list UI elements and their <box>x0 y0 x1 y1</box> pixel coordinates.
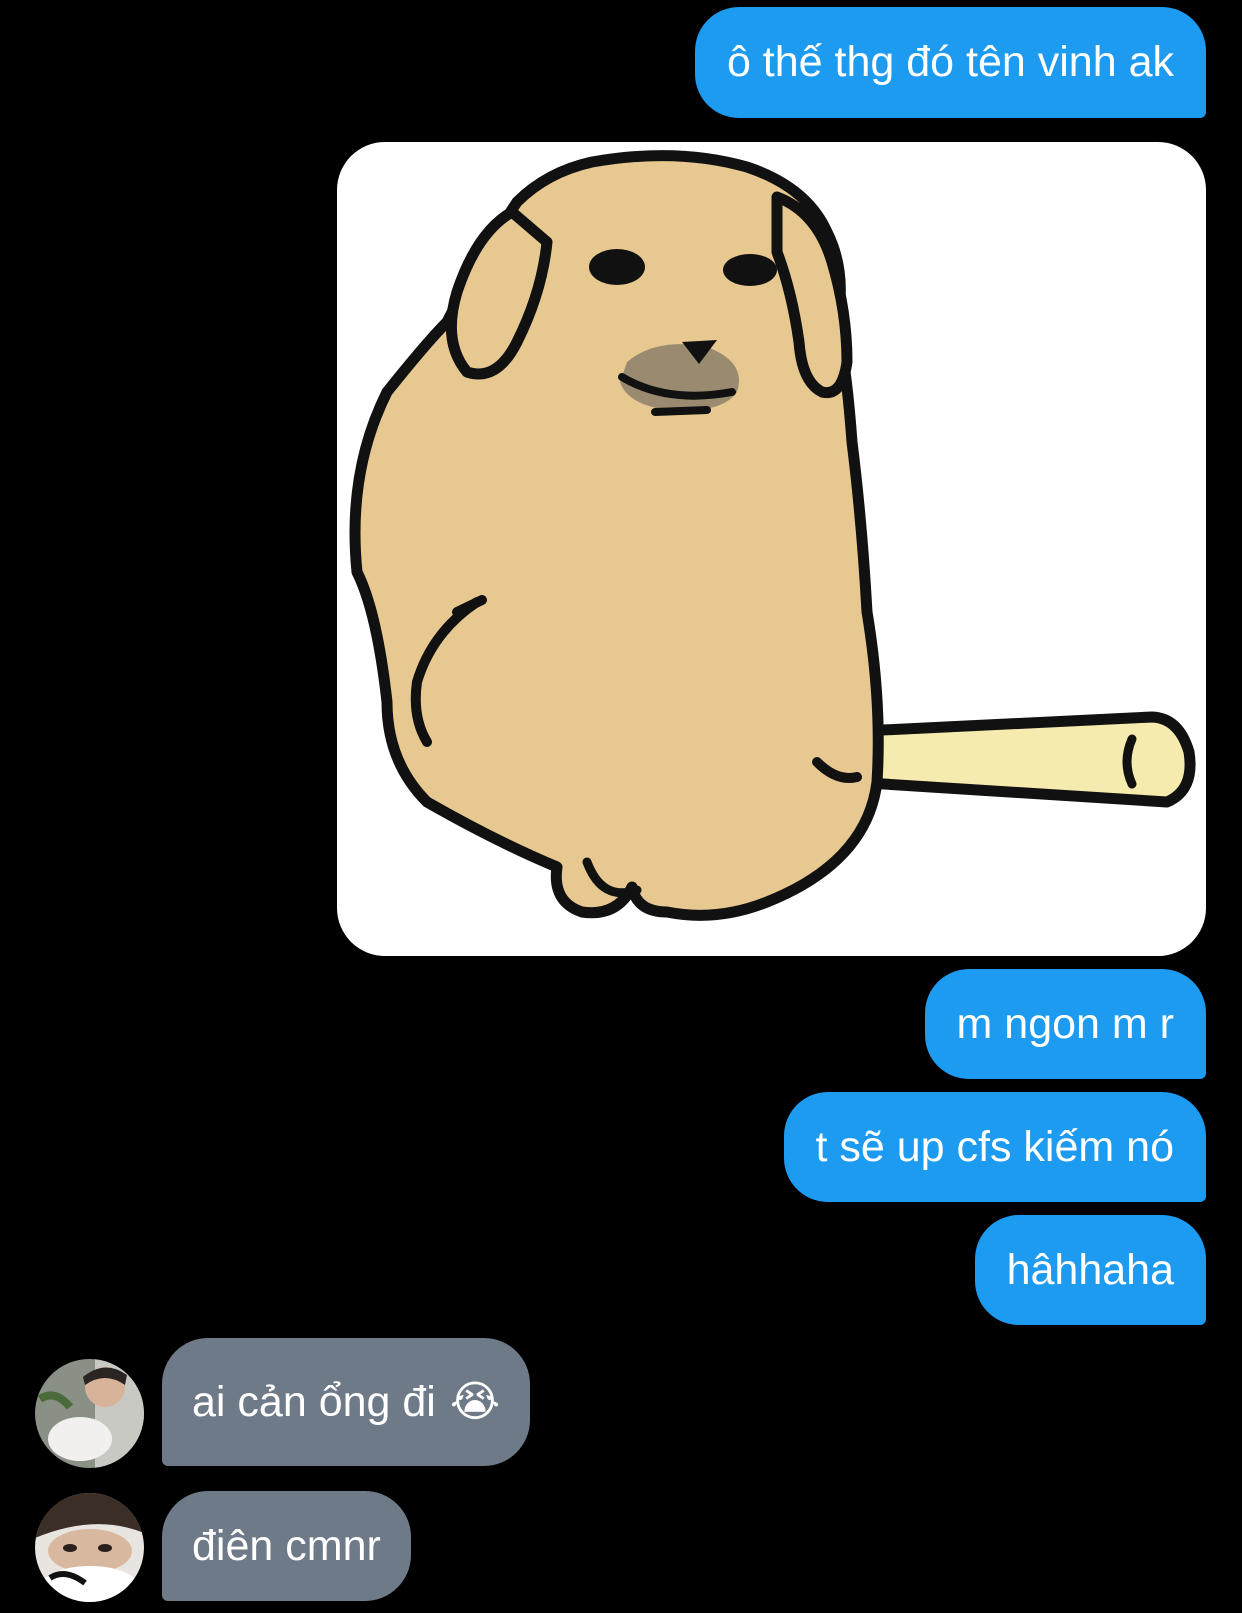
user-avatar-1-icon <box>35 1359 144 1468</box>
crying-face-icon: 😭 <box>449 1377 501 1426</box>
incoming-message-bubble[interactable]: ai cản ổng đi 😭 <box>162 1338 531 1466</box>
outgoing-message-bubble[interactable]: m ngon m r <box>924 969 1206 1079</box>
user-avatar-2-icon <box>35 1493 144 1602</box>
incoming-message-bubble[interactable]: điên cmnr <box>162 1491 411 1601</box>
message-text: m ngon m r <box>956 999 1174 1048</box>
message-text: t sẽ up cfs kiếm nó <box>815 1122 1175 1171</box>
user-avatar[interactable] <box>35 1359 144 1468</box>
message-text: ô thế thg đó tên vinh ak <box>726 38 1174 86</box>
message-text: điên cmnr <box>192 1521 381 1570</box>
outgoing-message-bubble[interactable]: t sẽ up cfs kiếm nó <box>783 1092 1206 1202</box>
outgoing-message-bubble[interactable]: ô thế thg đó tên vinh ak <box>694 7 1206 118</box>
dog-with-bat-icon <box>349 150 1196 921</box>
dog-with-bat-sticker[interactable] <box>337 142 1206 956</box>
outgoing-message-bubble[interactable]: hâhhaha <box>974 1215 1206 1325</box>
message-text: ai cản ổng đi <box>192 1377 436 1426</box>
user-avatar[interactable] <box>35 1493 144 1602</box>
message-text: hâhhaha <box>1006 1245 1174 1294</box>
